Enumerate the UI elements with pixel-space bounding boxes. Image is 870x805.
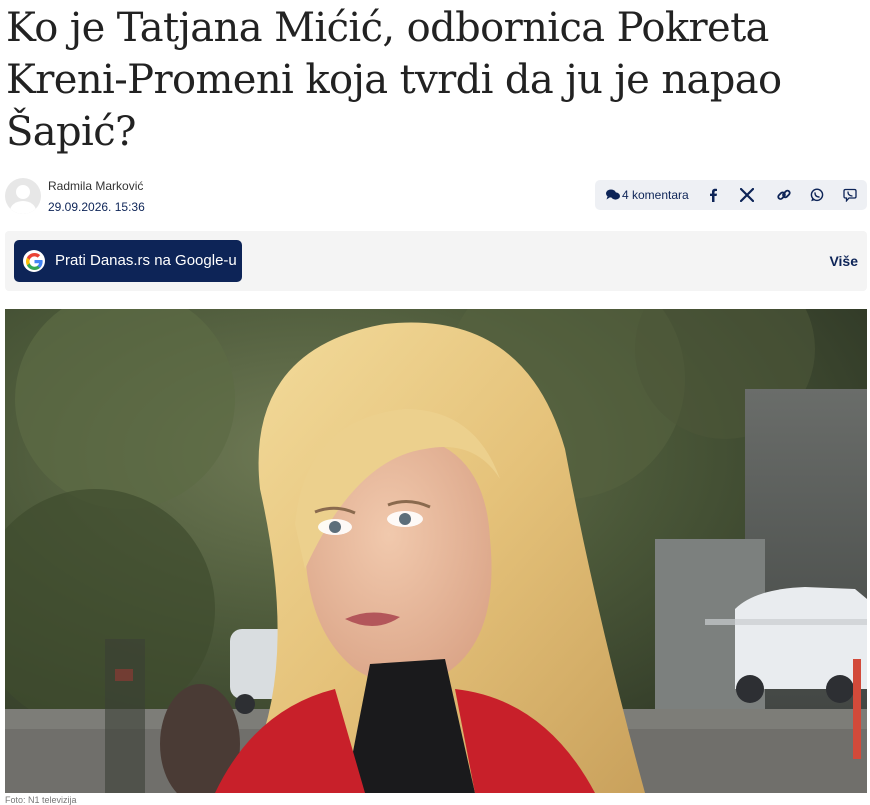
- comments-link[interactable]: 4 komentara: [606, 180, 689, 210]
- photo-caption: Foto: N1 televizija: [5, 795, 77, 805]
- follow-google-button[interactable]: Prati Danas.rs na Google-u: [14, 240, 242, 282]
- photo-of-woman: [5, 309, 867, 793]
- comments-count: 4 komentara: [622, 188, 689, 202]
- comments-icon: [606, 189, 620, 200]
- article-hero-image: [5, 309, 867, 793]
- publish-date: 29.09.2026. 15:36: [48, 200, 145, 214]
- viber-icon[interactable]: [841, 186, 859, 204]
- google-icon: [23, 250, 45, 272]
- avatar-placeholder-icon: [10, 185, 36, 214]
- x-icon[interactable]: [738, 186, 756, 204]
- more-link[interactable]: Više: [829, 253, 858, 269]
- author-name[interactable]: Radmila Marković: [48, 179, 143, 193]
- link-icon[interactable]: [775, 186, 793, 204]
- follow-google-label: Prati Danas.rs na Google-u: [55, 252, 237, 269]
- share-bar: 4 komentara: [595, 180, 867, 210]
- follow-google-box: Prati Danas.rs na Google-u Više: [5, 231, 867, 291]
- whatsapp-icon[interactable]: [808, 186, 826, 204]
- facebook-icon[interactable]: [704, 186, 722, 204]
- author-row: Radmila Marković 29.09.2026. 15:36 4 kom…: [5, 175, 867, 215]
- author-avatar[interactable]: [5, 178, 41, 214]
- article-title: Ko je Tatjana Mićić, odbornica Pokreta K…: [6, 5, 782, 155]
